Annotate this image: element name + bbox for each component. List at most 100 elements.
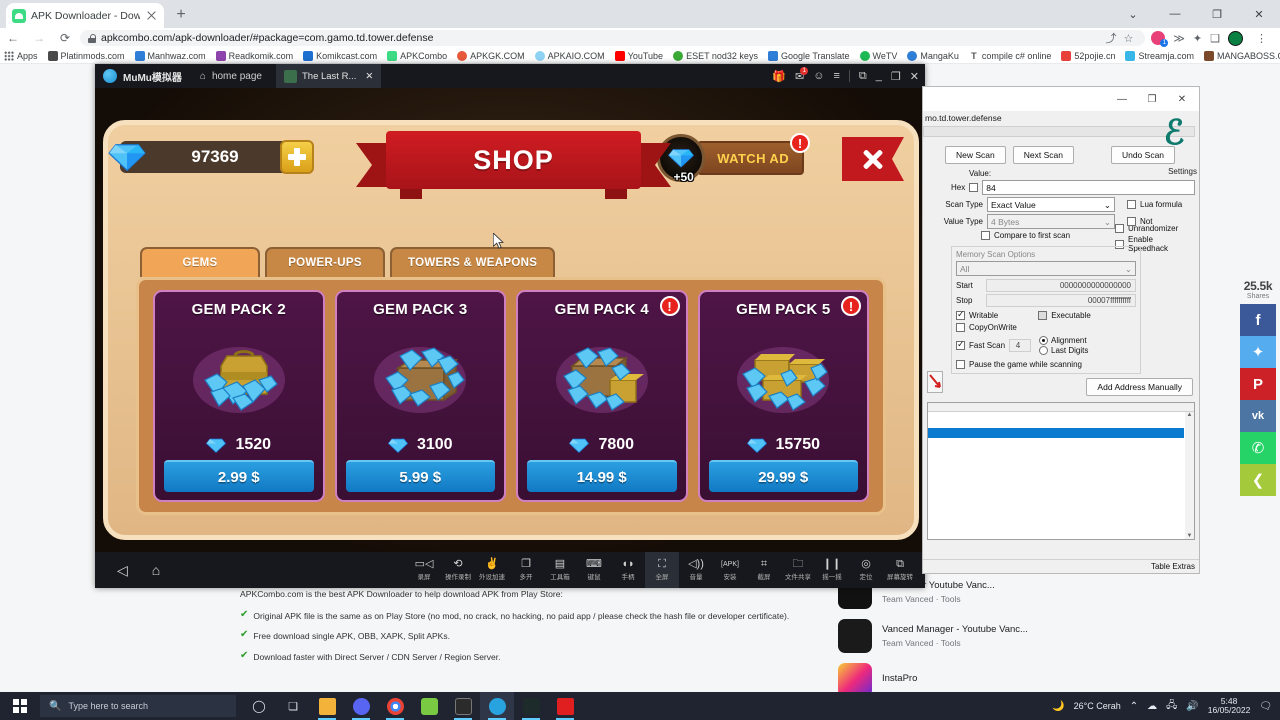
rotate-screen-tool[interactable]: ⧉ 屏幕旋转 <box>883 552 917 588</box>
sidepanel-icon[interactable]: ❑ <box>1210 32 1220 45</box>
scroll-up-icon[interactable]: ▲ <box>1187 412 1193 418</box>
reload-icon[interactable]: ⟳ <box>52 28 78 48</box>
multi-instance-tool[interactable]: ❐ 多开 <box>509 552 543 588</box>
address-bar[interactable]: apkcombo.com/apk-downloader/#package=com… <box>80 30 1146 46</box>
location-tool[interactable]: ◎ 定位 <box>849 552 883 588</box>
scan-value-input[interactable]: 84 <box>982 180 1195 195</box>
bookmark-item[interactable]: APKGK.COM <box>457 50 525 61</box>
bookmark-item[interactable]: YouTube <box>614 50 663 61</box>
value-type-select[interactable]: 4 Bytes ⌄ <box>987 214 1115 229</box>
puzzle-icon[interactable]: ✦ <box>1193 32 1202 45</box>
back-icon[interactable]: ◁ <box>117 562 128 579</box>
shake-tool[interactable]: ❙❙ 摇一摇 <box>815 552 849 588</box>
browser-menu-icon[interactable]: ⋮ <box>1251 32 1272 45</box>
cast-icon[interactable]: ≫ <box>1173 32 1185 45</box>
bookmark-item[interactable]: Google Translate <box>767 50 850 61</box>
home-icon[interactable]: ⌂ <box>152 562 160 578</box>
emulator-home-tab[interactable]: ⌂ home page <box>200 71 262 82</box>
table-extras-label[interactable]: Table Extras <box>1151 562 1195 571</box>
discord-icon[interactable] <box>344 692 378 720</box>
bookmark-apps[interactable]: Apps <box>4 50 38 61</box>
bookmark-item[interactable]: Tcompile c# online <box>969 51 1051 61</box>
bookmark-star-icon[interactable]: ☆ <box>1124 32 1134 45</box>
notepad-icon[interactable] <box>412 692 446 720</box>
weather-icon[interactable]: 🌙 <box>1052 701 1064 712</box>
browser-maximize-button[interactable]: ❐ <box>1196 0 1238 28</box>
alignment-radio[interactable] <box>1039 336 1049 345</box>
browser-close-button[interactable]: ✕ <box>1238 0 1280 28</box>
fast-scan-value-input[interactable]: 4 <box>1009 339 1032 352</box>
install-apk-tool[interactable]: [APK] 安装 <box>713 552 747 588</box>
writable-checkbox[interactable] <box>956 309 965 320</box>
vk-share-button[interactable]: vk <box>1240 400 1276 432</box>
bookmark-item[interactable]: APKCombo <box>387 50 447 61</box>
address-list-scrollbar[interactable]: ▲ ▼ <box>1185 412 1194 539</box>
last-digits-radio[interactable] <box>1039 346 1049 355</box>
start-button[interactable] <box>0 692 40 720</box>
not-checkbox[interactable] <box>1127 217 1136 226</box>
clock[interactable]: 5:48 16/05/2022 <box>1208 696 1251 716</box>
browser-tab[interactable]: APK Downloader - Download AP <box>6 3 164 28</box>
add-address-manually-button[interactable]: Add Address Manually <box>1086 378 1193 396</box>
onedrive-icon[interactable]: ☁ <box>1147 701 1157 712</box>
share-icon[interactable]: ⤴ <box>1106 30 1117 46</box>
cheat-engine-c-icon[interactable] <box>548 692 582 720</box>
notification-center-icon[interactable]: 🗨 <box>1259 701 1272 712</box>
tab-power-ups[interactable]: POWER-UPS <box>265 247 385 277</box>
gem-pack-card[interactable]: ! GEM PACK 4 7800 14.99 $ <box>516 290 688 502</box>
browser-minimize-button[interactable]: — <box>1154 0 1196 28</box>
buy-button[interactable]: 14.99 $ <box>527 460 677 492</box>
weather-text[interactable]: 26°C Cerah <box>1074 701 1121 711</box>
cheat-engine-icon[interactable] <box>514 692 548 720</box>
buy-button[interactable]: 2.99 $ <box>164 460 314 492</box>
close-icon[interactable]: ✕ <box>910 70 919 83</box>
ce-minimize-button[interactable]: — <box>1107 88 1137 110</box>
tab-gems[interactable]: GEMS <box>140 247 260 277</box>
pinterest-share-button[interactable]: P <box>1240 368 1276 400</box>
watch-ad-button[interactable]: +50 WATCH AD ! <box>657 133 810 184</box>
executable-checkbox[interactable] <box>1038 311 1048 320</box>
new-scan-button[interactable]: New Scan <box>945 146 1006 164</box>
chrome-icon[interactable] <box>378 692 412 720</box>
peripheral-boost-tool[interactable]: ✌ 外设加速 <box>475 552 509 588</box>
scroll-down-icon[interactable]: ▼ <box>1187 533 1193 539</box>
whatsapp-share-button[interactable]: ✆ <box>1240 432 1276 464</box>
bookmark-item[interactable]: 52pojie.cn <box>1061 50 1115 61</box>
minimize-icon[interactable]: _ <box>876 70 882 82</box>
pause-game-checkbox[interactable] <box>956 360 965 369</box>
region-select[interactable]: All ⌄ <box>956 261 1136 276</box>
menu-icon[interactable]: ≡ <box>834 70 840 82</box>
fast-scan-checkbox[interactable] <box>956 339 965 350</box>
list-item[interactable]: Vanced Manager - Youtube Vanc... Team Va… <box>838 614 1088 658</box>
bookmark-item[interactable]: Streamja.com <box>1125 50 1194 61</box>
task-view-icon[interactable]: ❏ <box>276 692 310 720</box>
buy-button[interactable]: 5.99 $ <box>345 460 495 492</box>
copyonwrite-checkbox[interactable] <box>956 323 965 332</box>
profile-avatar[interactable] <box>1228 30 1243 46</box>
start-address-input[interactable]: 0000000000000000 <box>986 279 1136 292</box>
bookmark-item[interactable]: Platinmods.com <box>47 50 125 61</box>
compare-first-scan-checkbox[interactable] <box>981 231 990 240</box>
taskbar-search-box[interactable]: 🔍 Type here to search <box>40 695 236 717</box>
screen-record-tool[interactable]: ▭◁ 录屏 <box>407 552 441 588</box>
cortana-icon[interactable]: ◯ <box>242 692 276 720</box>
bookmark-item[interactable]: Manhwaz.com <box>134 50 206 61</box>
address-list[interactable]: ▲ ▼ <box>927 402 1195 540</box>
gem-pack-card[interactable]: GEM PACK 3 3100 5.99 $ <box>334 290 506 502</box>
add-gems-button[interactable] <box>280 140 314 174</box>
bookmark-item[interactable]: APKAIO.COM <box>534 50 605 61</box>
hex-checkbox[interactable] <box>969 183 979 192</box>
bookmark-item[interactable]: Readkomik.com <box>215 50 293 61</box>
gem-pack-card[interactable]: GEM PACK 2 1520 2.99 $ <box>153 290 325 502</box>
macro-record-tool[interactable]: ⟲ 操作录制 <box>441 552 475 588</box>
restore-icon[interactable]: ⧉ <box>859 70 867 83</box>
buy-button[interactable]: 29.99 $ <box>708 460 858 492</box>
emulator-game-tab[interactable]: The Last R... ✕ <box>275 64 382 88</box>
network-icon[interactable]: 🖧 <box>1166 698 1177 715</box>
keyboard-mouse-tool[interactable]: ⌨ 键鼠 <box>577 552 611 588</box>
list-item[interactable]: InstaPro <box>838 658 1088 692</box>
bookmark-item[interactable]: Komikcast.com <box>303 50 377 61</box>
browser-chevron-down-icon[interactable]: ⌄ <box>1112 0 1154 28</box>
bookmark-item[interactable]: ESET nod32 keys <box>673 50 758 61</box>
ce-maximize-button[interactable]: ❐ <box>1137 88 1167 110</box>
